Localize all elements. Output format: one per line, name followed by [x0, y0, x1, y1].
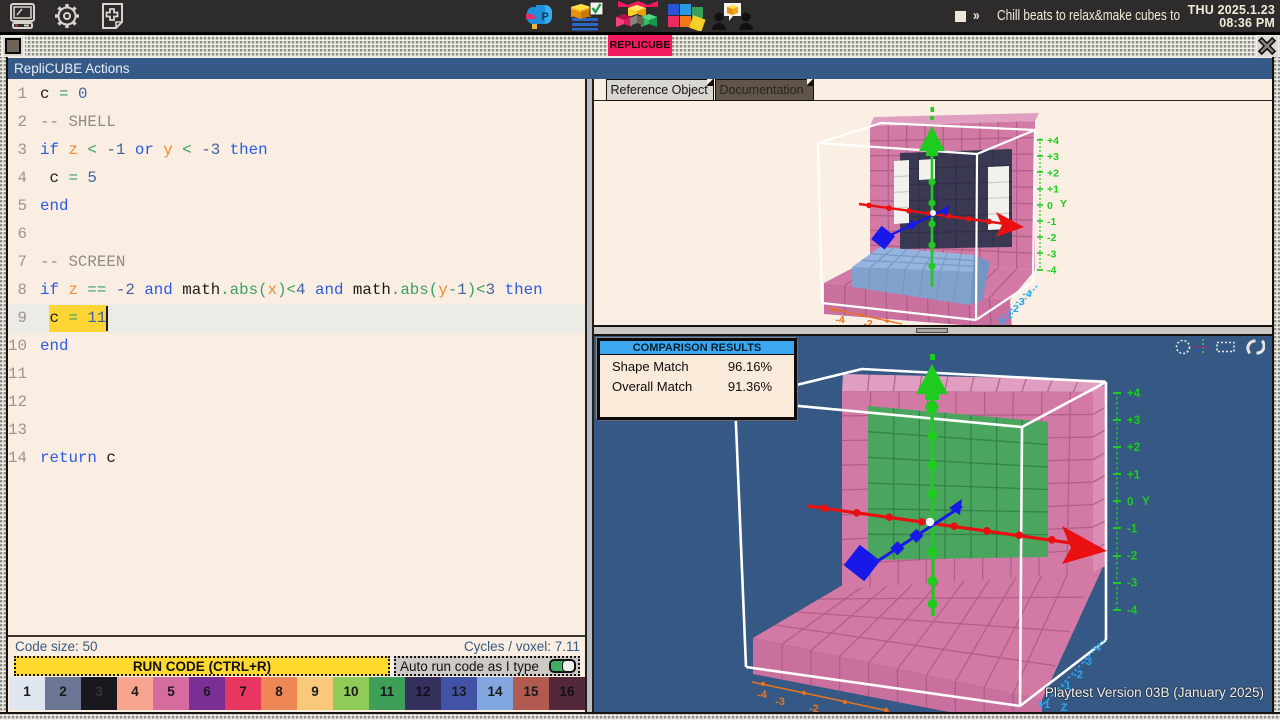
- svg-text:+2: +2: [1047, 167, 1059, 179]
- svg-text:-3: -3: [1127, 578, 1137, 590]
- svg-text:P: P: [541, 11, 548, 23]
- svg-text:+2: +2: [1127, 442, 1140, 454]
- svg-text:Y: Y: [1142, 496, 1150, 508]
- svg-text:-2: -2: [809, 703, 819, 712]
- svg-text:0: 0: [1047, 200, 1053, 212]
- svg-text:+3: +3: [1047, 151, 1059, 163]
- svg-text:Y: Y: [1060, 198, 1067, 210]
- svg-text:Z: Z: [1061, 702, 1068, 712]
- svg-text:-2: -2: [1047, 232, 1056, 244]
- svg-text:+4: +4: [1127, 388, 1141, 400]
- svg-text:-3: -3: [775, 696, 785, 708]
- svg-text:+1: +1: [1047, 184, 1059, 196]
- svg-text:-4: -4: [835, 314, 844, 325]
- svg-text:+1: +1: [1127, 469, 1141, 481]
- svg-text:-4: -4: [1091, 642, 1102, 654]
- svg-text:-4: -4: [1127, 605, 1138, 617]
- svg-text:-3: -3: [1082, 656, 1092, 668]
- svg-text:-1: -1: [1047, 216, 1056, 228]
- svg-text:-2: -2: [1127, 551, 1137, 563]
- svg-text:-4: -4: [1047, 265, 1056, 277]
- svg-text:-1: -1: [1127, 524, 1138, 536]
- svg-text:+3: +3: [1127, 415, 1140, 427]
- svg-text:0: 0: [1127, 496, 1133, 508]
- svg-text:-4: -4: [757, 689, 768, 701]
- svg-text:+1: +1: [1038, 699, 1051, 711]
- svg-text:-2: -2: [1073, 669, 1083, 681]
- svg-text:-2: -2: [863, 318, 872, 325]
- svg-text:0: 0: [999, 315, 1005, 325]
- svg-text:-3: -3: [1047, 248, 1056, 260]
- svg-text:+4: +4: [1047, 135, 1059, 147]
